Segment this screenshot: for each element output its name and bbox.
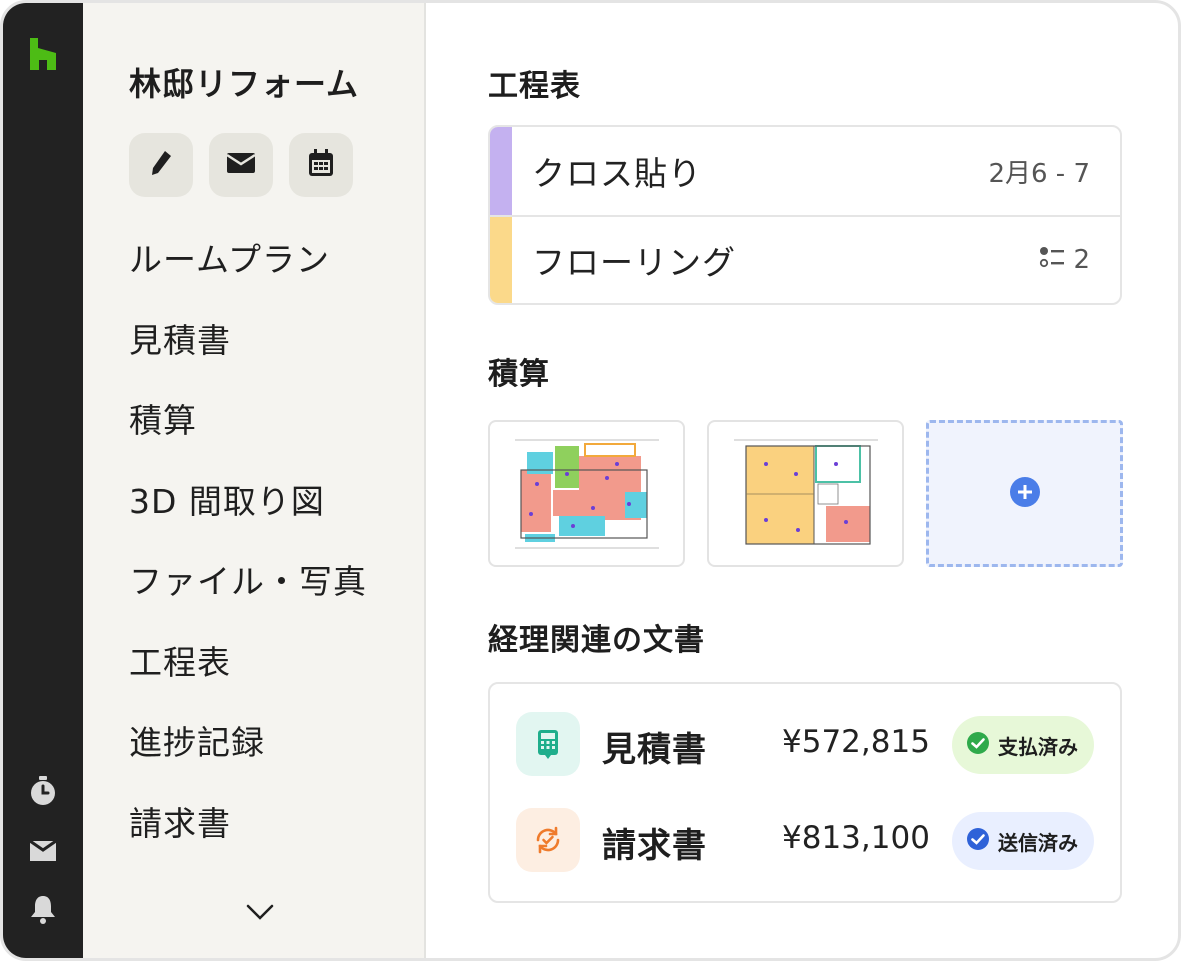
nav-item-invoices[interactable]: 請求書 — [129, 797, 367, 878]
doc-amount: ¥813,100 — [782, 820, 930, 856]
subtask-count: 2 — [1073, 245, 1090, 275]
mail-icon — [226, 152, 256, 178]
floor-plan-thumbnail[interactable] — [707, 420, 904, 567]
edit-button[interactable] — [129, 133, 193, 197]
add-takeoff-button[interactable] — [926, 420, 1123, 567]
finance-section-title: 経理関連の文書 — [488, 623, 705, 658]
stopwatch-icon[interactable] — [27, 775, 59, 807]
check-circle-icon — [966, 827, 990, 856]
project-actions — [129, 133, 353, 197]
schedule-date-range: 2月6 - 7 — [988, 153, 1090, 190]
nav-item-files-photos[interactable]: ファイル・写真 — [129, 555, 367, 636]
status-text: 支払済み — [998, 734, 1078, 759]
nav-item-daily-logs[interactable]: 進捗記録 — [129, 716, 367, 797]
schedule-row[interactable]: クロス貼り 2月6 - 7 — [490, 127, 1120, 215]
project-nav: ルームプラン 見積書 積算 3D 間取り図 ファイル・写真 工程表 進捗記録 請… — [129, 233, 367, 877]
status-badge-sent: 送信済み — [952, 812, 1094, 870]
sync-check-icon — [516, 808, 580, 872]
plus-circle-icon — [1009, 476, 1041, 512]
schedule-color-bar — [490, 127, 512, 215]
takeoff-thumbnails — [488, 420, 1123, 567]
check-circle-icon — [966, 731, 990, 760]
status-badge-paid: 支払済み — [952, 716, 1094, 774]
floor-plan-thumbnail[interactable] — [488, 420, 685, 567]
schedule-task-name: フローリング — [532, 243, 736, 282]
nav-item-3d-floor-plan[interactable]: 3D 間取り図 — [129, 475, 367, 556]
doc-amount: ¥572,815 — [782, 724, 930, 760]
nav-item-room-plan[interactable]: ルームプラン — [129, 233, 367, 314]
doc-name: 見積書 — [602, 730, 707, 770]
calendar-icon — [308, 149, 334, 181]
pencil-icon — [148, 149, 174, 181]
schedule-subtask-count: 2 — [1039, 245, 1090, 275]
schedule-color-bar — [490, 217, 512, 303]
floor-plan-image-1 — [506, 433, 667, 554]
inbox-icon[interactable] — [27, 835, 59, 867]
message-button[interactable] — [209, 133, 273, 197]
schedule-section-title: 工程表 — [488, 69, 581, 104]
schedule-row[interactable]: フローリング 2 — [490, 215, 1120, 303]
icon-rail — [3, 3, 83, 958]
houzz-logo-icon[interactable] — [28, 38, 58, 70]
nav-item-estimate[interactable]: 見積書 — [129, 314, 367, 395]
schedule-task-name: クロス貼り — [532, 154, 702, 193]
takeoff-section-title: 積算 — [488, 357, 550, 392]
nav-item-takeoff[interactable]: 積算 — [129, 394, 367, 475]
schedule-card: クロス貼り 2月6 - 7 フローリング 2 — [488, 125, 1122, 305]
chevron-down-icon[interactable] — [245, 897, 275, 927]
status-text: 送信済み — [998, 830, 1078, 855]
app-window: 林邸リフォーム ルームプラン 見積書 積算 3D 間取り図 ファイル・写真 工程… — [0, 0, 1181, 961]
main-panel: 工程表 クロス貼り 2月6 - 7 フローリング 2 積算 経理関連の文書 見積… — [428, 3, 1178, 958]
schedule-dates: 2月6 - 7 — [988, 158, 1090, 189]
doc-row-estimate[interactable]: 見積書 ¥572,815 支払済み — [516, 712, 1116, 778]
doc-name: 請求書 — [602, 826, 707, 866]
nav-item-schedule[interactable]: 工程表 — [129, 636, 367, 717]
calendar-button[interactable] — [289, 133, 353, 197]
calculator-icon — [516, 712, 580, 776]
project-title: 林邸リフォーム — [129, 65, 360, 103]
doc-row-invoice[interactable]: 請求書 ¥813,100 送信済み — [516, 808, 1116, 874]
checklist-icon — [1039, 245, 1065, 275]
floor-plan-image-2 — [725, 433, 886, 554]
bell-icon[interactable] — [27, 893, 59, 925]
finance-docs-card: 見積書 ¥572,815 支払済み 請求書 ¥813,100 送信済み — [488, 682, 1122, 903]
project-sidebar: 林邸リフォーム ルームプラン 見積書 積算 3D 間取り図 ファイル・写真 工程… — [83, 3, 426, 958]
